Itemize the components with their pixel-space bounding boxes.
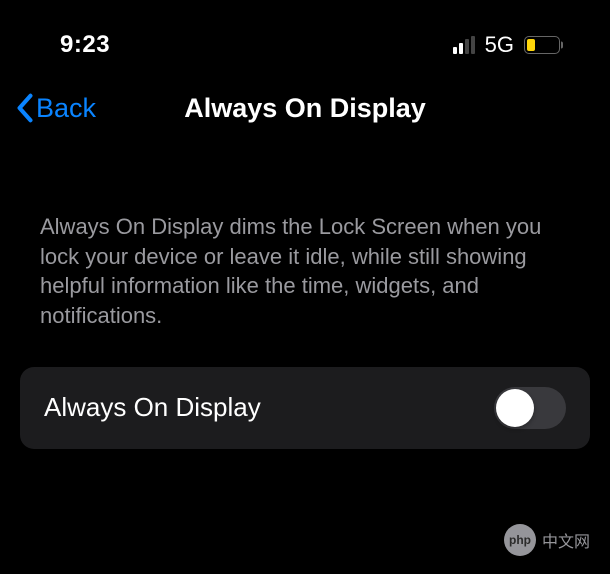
status-bar: 9:23 5G [0, 0, 610, 60]
watermark-icon: php [504, 524, 536, 556]
battery-icon [524, 36, 560, 54]
network-type: 5G [485, 32, 514, 58]
battery-fill [527, 39, 535, 51]
watermark: php 中文网 [504, 524, 590, 556]
status-time: 9:23 [60, 31, 110, 59]
status-indicators: 5G [453, 32, 560, 58]
page-title: Always On Display [20, 93, 590, 124]
cellular-signal-icon [453, 36, 475, 54]
back-label: Back [36, 93, 96, 124]
setting-label: Always On Display [44, 392, 261, 423]
toggle-knob [496, 389, 534, 427]
always-on-display-row[interactable]: Always On Display [20, 367, 590, 449]
watermark-text: 中文网 [542, 528, 590, 552]
setting-description: Always On Display dims the Lock Screen w… [0, 140, 610, 355]
always-on-display-toggle[interactable] [494, 387, 566, 429]
navigation-bar: Back Always On Display [0, 60, 610, 140]
back-button[interactable]: Back [14, 93, 96, 124]
chevron-left-icon [14, 93, 36, 123]
